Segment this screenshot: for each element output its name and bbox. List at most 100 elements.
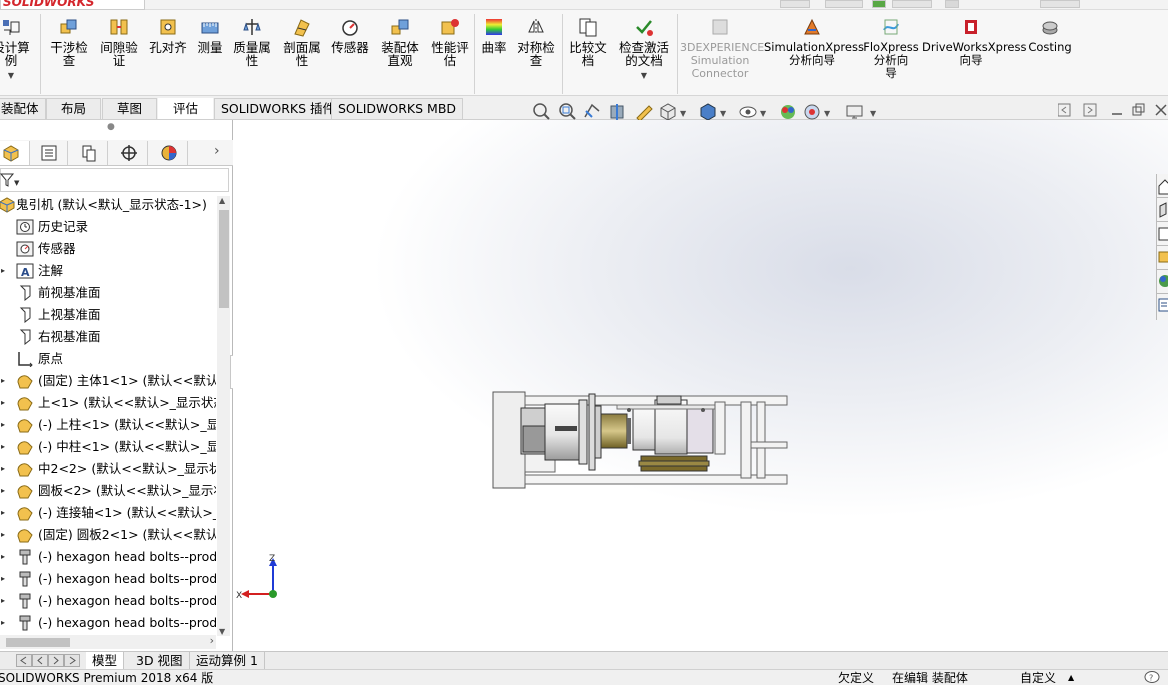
tab-assembly[interactable]: 装配体 xyxy=(0,98,46,119)
tab-configurationmanager[interactable] xyxy=(70,141,108,165)
expand-arrow-icon[interactable]: ▸ xyxy=(1,590,5,612)
scroll-right-icon[interactable]: › xyxy=(210,634,214,647)
chevron-up-icon[interactable]: ▲ xyxy=(1068,670,1074,685)
tab-featuremanager[interactable] xyxy=(0,141,30,165)
view-settings-icon[interactable] xyxy=(846,105,863,119)
apply-scene-icon[interactable] xyxy=(804,104,820,120)
section-view-icon[interactable] xyxy=(610,104,624,120)
tab-layout[interactable]: 布局 xyxy=(46,98,102,119)
chevron-down-icon[interactable]: ▼ xyxy=(870,109,877,118)
rebuild-icon[interactable] xyxy=(872,0,886,8)
design-study-button[interactable]: 设计算 例 ▼ xyxy=(0,12,34,96)
tab-dimxpertmanager[interactable] xyxy=(110,141,148,165)
previous-pane-icon[interactable] xyxy=(1057,103,1071,117)
expand-arrow-icon[interactable]: ▸ xyxy=(1,480,5,502)
tab-solidworks-addins[interactable]: SOLIDWORKS 插件 xyxy=(214,98,343,119)
tree-root[interactable]: 鬼引机 (默认<默认_显示状态-1>) xyxy=(0,194,216,216)
next-tab-icon[interactable] xyxy=(48,654,64,667)
expand-arrow-icon[interactable]: ▸ xyxy=(1,502,5,524)
chevron-down-icon[interactable]: ▼ xyxy=(680,109,687,118)
dynamic-annotation-icon[interactable] xyxy=(636,105,653,122)
view-orientation-icon[interactable] xyxy=(660,103,676,121)
scroll-thumb[interactable] xyxy=(219,210,229,308)
tree-item-part[interactable]: ▸ (固定) 圆板2<1> (默认<<默认>_ xyxy=(0,524,216,546)
tree-item-bolt[interactable]: ▸ (-) hexagon head bolts--produ xyxy=(0,612,216,634)
tab-scroll-arrows[interactable] xyxy=(16,654,82,670)
tree-item-bolt[interactable]: ▸ (-) hexagon head bolts--produ xyxy=(0,546,216,568)
tree-vertical-scrollbar[interactable]: ▲ ▼ xyxy=(217,196,230,636)
costing-button[interactable]: Costing xyxy=(1022,12,1078,96)
chevron-down-icon[interactable]: ▼ xyxy=(720,109,727,118)
driveworksxpress-button[interactable]: DriveWorksXpress 向导 xyxy=(922,12,1026,96)
search-box[interactable] xyxy=(1040,0,1080,8)
appearances-icon[interactable] xyxy=(1157,270,1168,294)
scroll-thumb[interactable] xyxy=(6,638,70,647)
tab-motion-study[interactable]: 运动算例 1 xyxy=(190,652,265,669)
help-icon[interactable]: ? xyxy=(1144,670,1160,685)
tree-item-front-plane[interactable]: 前视基准面 xyxy=(0,282,216,304)
design-library-icon[interactable] xyxy=(1157,222,1168,246)
expand-arrow-icon[interactable]: ▸ xyxy=(1,436,5,458)
tree-item-part[interactable]: ▸ 上<1> (默认<<默认>_显示状态 xyxy=(0,392,216,414)
expand-arrow-icon[interactable]: ▸ xyxy=(1,546,5,568)
expand-arrow-icon[interactable]: ▸ xyxy=(1,392,5,414)
tree-item-part[interactable]: ▸ (-) 中柱<1> (默认<<默认>_显示 xyxy=(0,436,216,458)
tree-item-part[interactable]: ▸ 中2<2> (默认<<默认>_显示状态 xyxy=(0,458,216,480)
resources-icon[interactable] xyxy=(1157,198,1168,222)
expand-arrow-icon[interactable]: ▸ xyxy=(1,260,5,282)
tree-item-history[interactable]: 历史记录 xyxy=(0,216,216,238)
chevron-down-icon[interactable]: ▼ xyxy=(760,109,767,118)
file-explorer-icon[interactable] xyxy=(1157,246,1168,270)
check-active-document-button[interactable]: 检查激活 的文档 ▼ xyxy=(610,12,678,96)
tab-solidworks-mbd[interactable]: SOLIDWORKS MBD xyxy=(331,98,464,119)
zoom-to-area-icon[interactable] xyxy=(559,103,576,120)
quick-access-button[interactable] xyxy=(892,0,932,8)
panel-grip[interactable]: ● xyxy=(107,122,115,132)
tree-item-part[interactable]: ▸ 圆板<2> (默认<<默认>_显示状态 xyxy=(0,480,216,502)
tree-item-right-plane[interactable]: 右视基准面 xyxy=(0,326,216,348)
compare-documents-button[interactable]: 比较文 档 xyxy=(560,12,616,96)
tab-displaymanager[interactable] xyxy=(150,141,188,165)
expand-arrow-icon[interactable]: ▸ xyxy=(1,524,5,546)
display-style-icon[interactable] xyxy=(700,103,716,121)
previous-view-icon[interactable] xyxy=(584,103,600,118)
assembly-model[interactable] xyxy=(492,391,788,489)
scroll-up-icon[interactable]: ▲ xyxy=(219,196,225,205)
tree-item-bolt[interactable]: ▸ (-) hexagon head bolts--produ xyxy=(0,590,216,612)
tab-3d-view[interactable]: 3D 视图 xyxy=(130,652,190,669)
tree-item-part[interactable]: ▸ (-) 连接轴<1> (默认<<默认>_显 xyxy=(0,502,216,524)
sensor-button[interactable]: 传感器 xyxy=(322,12,378,96)
expand-arrow-icon[interactable]: ▸ xyxy=(1,568,5,590)
first-tab-icon[interactable] xyxy=(16,654,32,667)
tree-item-bolt[interactable]: ▸ (-) hexagon head bolts--produ xyxy=(0,568,216,590)
tree-filter[interactable]: ▼ xyxy=(0,168,229,192)
tree-horizontal-scrollbar[interactable]: › xyxy=(0,634,216,649)
quick-access-button[interactable] xyxy=(780,0,810,8)
last-tab-icon[interactable] xyxy=(64,654,80,667)
tree-item-part[interactable]: ▸ (固定) 主体1<1> (默认<<默认>_ xyxy=(0,370,216,392)
custom-properties-icon[interactable] xyxy=(1157,294,1168,318)
interference-detection-button[interactable]: 干涉检 查 xyxy=(42,12,96,96)
close-icon[interactable] xyxy=(1155,104,1167,116)
hide-show-items-icon[interactable] xyxy=(739,106,757,118)
tab-sketch[interactable]: 草图 xyxy=(102,98,158,119)
chevron-down-icon[interactable]: ▼ xyxy=(610,69,678,82)
tab-evaluate[interactable]: 评估 xyxy=(158,98,214,119)
home-icon[interactable] xyxy=(1157,174,1168,198)
chevron-down-icon[interactable]: ▼ xyxy=(0,69,34,82)
chevron-right-icon[interactable]: › xyxy=(214,143,220,159)
expand-arrow-icon[interactable]: ▸ xyxy=(1,612,5,634)
expand-arrow-icon[interactable]: ▸ xyxy=(1,414,5,436)
expand-arrow-icon[interactable]: ▸ xyxy=(1,370,5,392)
3dexperience-simulation-connector-button[interactable]: 3DEXPERIENCE Simulation Connector xyxy=(680,12,764,96)
tab-model[interactable]: 模型 xyxy=(86,652,125,669)
model-view[interactable] xyxy=(233,120,1168,651)
graphics-area[interactable]: Z X xyxy=(233,120,1168,651)
tree-item-sensors[interactable]: 传感器 xyxy=(0,238,216,260)
clearance-verification-button[interactable]: 间隙验 证 xyxy=(92,12,146,96)
expand-arrow-icon[interactable]: ▸ xyxy=(1,458,5,480)
tab-propertymanager[interactable] xyxy=(30,141,68,165)
tree-item-origin[interactable]: 原点 xyxy=(0,348,216,370)
simulationxpress-button[interactable]: SimulationXpress 分析向导 xyxy=(764,12,864,96)
assembly-visualization-button[interactable]: 装配体 直观 xyxy=(372,12,428,96)
